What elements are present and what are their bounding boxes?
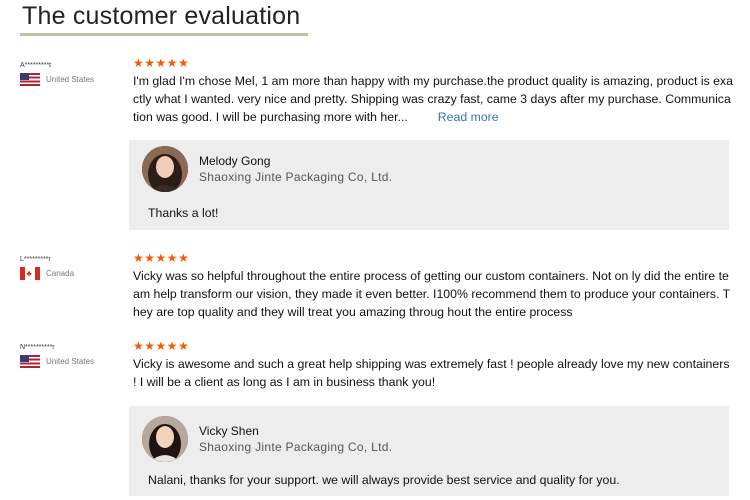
title-underline	[20, 33, 308, 36]
reviewer-country: United States	[20, 355, 94, 368]
review-body: I'm glad I'm chose Mel, 1 am more than h…	[133, 74, 734, 124]
reply-author: Vicky Shen	[199, 424, 259, 438]
reviewer-name: L*********r	[20, 256, 51, 263]
read-more-link[interactable]: Read more	[438, 110, 499, 124]
review-item: ★★★★★ Vicky was so helpful throughout th…	[133, 252, 733, 321]
seller-reply: Vicky Shen Shaoxing Jinte Packaging Co, …	[129, 406, 729, 496]
avatar	[142, 416, 188, 462]
reviewer-info: L*********r ♣ Canada	[20, 255, 74, 280]
review-item: ★★★★★ Vicky is awesome and such a great …	[133, 340, 733, 391]
us-flag-icon	[20, 73, 40, 86]
country-name: United States	[46, 75, 95, 84]
reviewer-country: United States	[20, 73, 94, 86]
star-rating: ★★★★★	[133, 339, 190, 353]
avatar	[142, 146, 188, 192]
reviewer-name: A*********t	[20, 62, 52, 69]
reviewer-country: ♣ Canada	[20, 267, 74, 280]
country-name: Canada	[46, 269, 75, 278]
star-rating: ★★★★★	[133, 251, 190, 265]
reply-text: Thanks a lot!	[148, 206, 219, 220]
reply-author: Melody Gong	[199, 154, 271, 168]
star-rating: ★★★★★	[133, 56, 190, 70]
reply-company: Shaoxing Jinte Packaging Co, Ltd.	[199, 440, 393, 454]
canada-flag-icon: ♣	[20, 267, 40, 280]
reviewer-info: A*********t United States	[20, 61, 94, 86]
review-text: Vicky was so helpful throughout the enti…	[133, 269, 731, 319]
country-name: United States	[46, 357, 95, 366]
section-title: The customer evaluation	[22, 2, 301, 30]
reviewer-info: N**********r United States	[20, 343, 94, 368]
review-text: I'm glad I'm chose Mel, 1 am more than h…	[133, 72, 733, 126]
review-text: Vicky is awesome and such a great help s…	[133, 357, 730, 389]
reviewer-name: N**********r	[20, 344, 55, 351]
review-item: ★★★★★ I'm glad I'm chose Mel, 1 am more …	[133, 57, 733, 126]
seller-reply: Melody Gong Shaoxing Jinte Packaging Co,…	[129, 140, 729, 230]
us-flag-icon	[20, 355, 40, 368]
reply-text: Nalani, thanks for your support. we will…	[148, 473, 620, 487]
reply-company: Shaoxing Jinte Packaging Co, Ltd.	[199, 170, 393, 184]
